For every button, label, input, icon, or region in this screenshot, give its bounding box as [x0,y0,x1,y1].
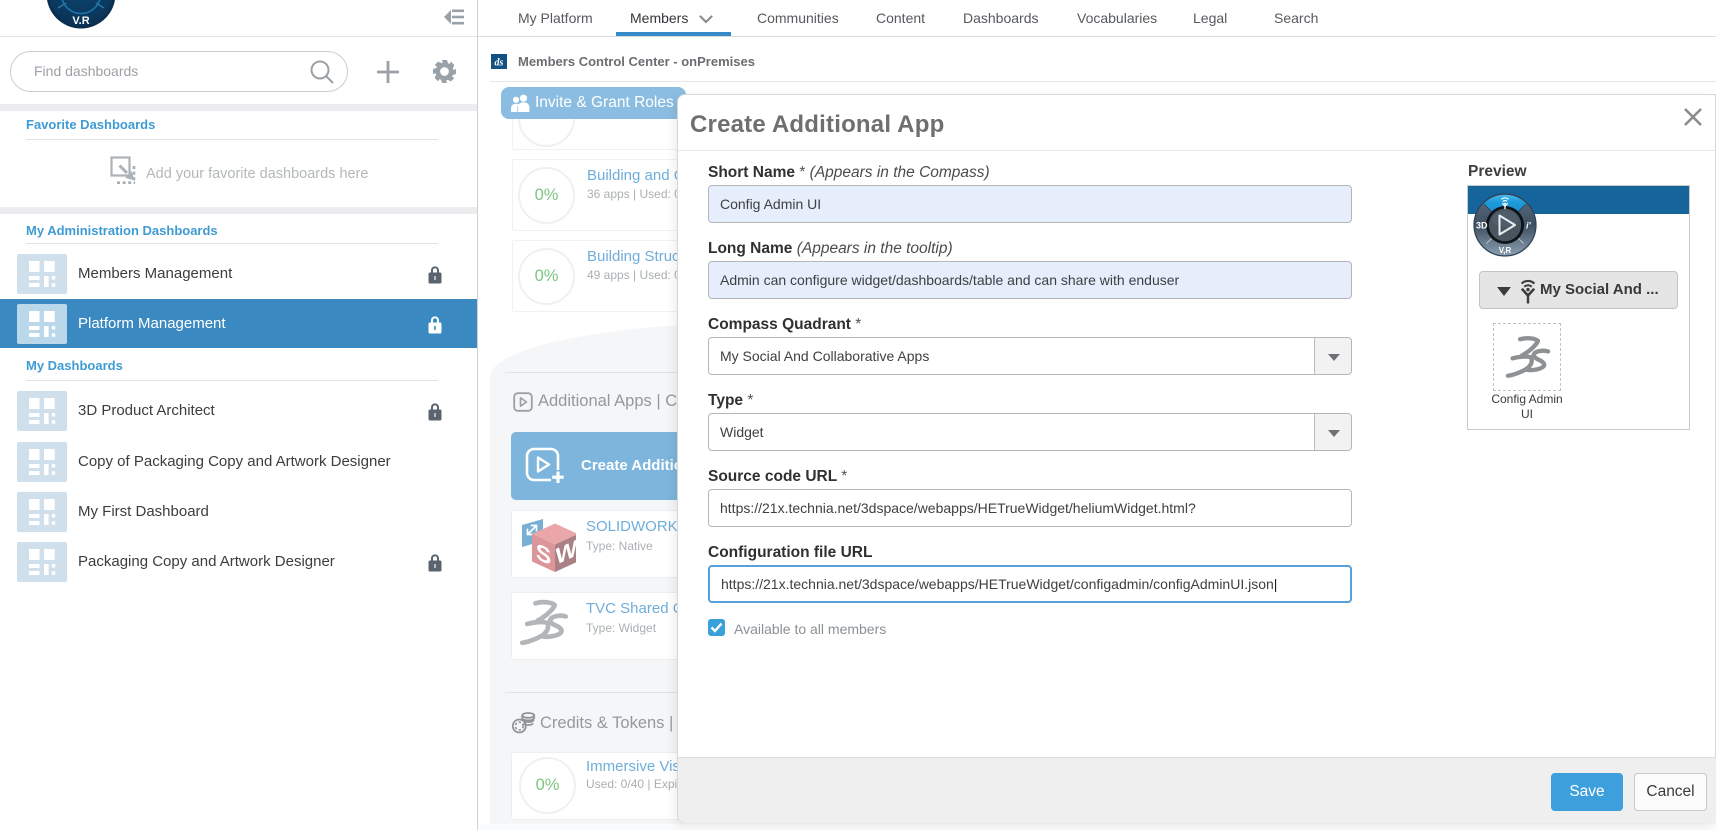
svg-text:V.R: V.R [72,15,89,27]
svg-text:ds: ds [495,58,504,69]
svg-text:V,R: V,R [1499,246,1512,255]
svg-text:3D: 3D [1476,221,1488,231]
